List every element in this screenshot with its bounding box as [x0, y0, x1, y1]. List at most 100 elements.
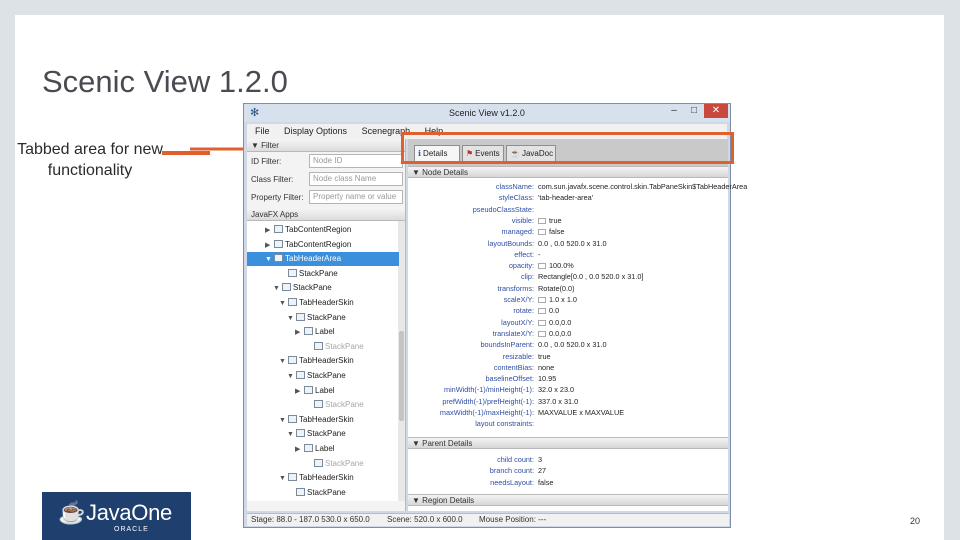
scenegraph-tree: ▶ TabContentRegion ▶ TabContentRegion ▼ TabHe…: [247, 221, 405, 501]
parent-details-header[interactable]: ▼ Parent Details: [408, 437, 728, 449]
close-button[interactable]: ✕: [704, 104, 728, 118]
tree-toggle-icon[interactable]: ▼: [287, 312, 296, 326]
node-details-row: boundsInParent: 0.0 , 0.0 520.0 x 31.0: [408, 339, 728, 350]
node-details-value-text: 10.95: [538, 374, 557, 384]
node-details-key: visible:: [511, 215, 534, 225]
node-details-value-text: 0.0 , 0.0 520.0 x 31.0: [538, 238, 607, 248]
node-details-row: maxWidth(-1)/maxHeight(-1): MAXVALUE x MA…: [408, 407, 728, 418]
parent-details-row: branch count: 27: [408, 465, 728, 476]
tree-node[interactable]: ▼ TabHeaderSkin: [247, 296, 399, 310]
region-details-header[interactable]: ▼ Region Details: [408, 494, 728, 506]
tree-node[interactable]: StackPane: [247, 398, 399, 412]
node-details-value-text: 'tab-header-area': [538, 193, 594, 203]
tree-scrollbar[interactable]: [398, 221, 405, 501]
menu-file[interactable]: File: [255, 126, 270, 136]
tree-toggle-icon[interactable]: ▶: [265, 239, 274, 253]
tree-scroll-thumb[interactable]: [399, 331, 404, 421]
property-checkbox[interactable]: [538, 319, 546, 326]
property-checkbox[interactable]: [538, 308, 546, 315]
id-filter-input[interactable]: Node ID: [309, 154, 403, 168]
menu-display-options[interactable]: Display Options: [284, 126, 347, 136]
minimize-button[interactable]: –: [664, 104, 684, 118]
tree-node[interactable]: ▼ TabHeaderSkin: [247, 354, 399, 368]
node-type-icon: [296, 312, 305, 321]
tree-node[interactable]: StackPane: [247, 486, 399, 500]
node-details-key: className:: [495, 182, 534, 191]
tree-toggle-icon[interactable]: ▼: [265, 253, 274, 267]
tree-node[interactable]: StackPane: [247, 457, 399, 471]
tree-toggle-icon[interactable]: ▼: [273, 282, 282, 296]
tree-toggle-icon[interactable]: ▼: [287, 428, 296, 442]
property-checkbox[interactable]: [538, 297, 546, 303]
node-type-icon: [314, 458, 323, 467]
node-details-value: 337.0 x 31.0: [538, 396, 578, 407]
property-checkbox[interactable]: [538, 229, 546, 236]
tree-node-label: TabContentRegion: [285, 239, 352, 249]
tree-node-label: StackPane: [293, 283, 332, 293]
tree-toggle-icon[interactable]: ▼: [279, 355, 288, 369]
node-details-value: 0.0 , 0.0 520.0 x 31.0: [538, 238, 607, 249]
tree-node[interactable]: ▼ StackPane: [247, 281, 399, 295]
property-checkbox[interactable]: [538, 217, 546, 224]
tree-node[interactable]: StackPane: [247, 340, 399, 354]
logo-subtext: ORACLE: [114, 526, 149, 533]
property-checkbox[interactable]: [538, 330, 546, 337]
tree-node-label: StackPane: [299, 268, 338, 278]
node-details-key: styleClass:: [498, 193, 534, 203]
region-details-label: Region Details: [422, 496, 475, 505]
tree-toggle-icon[interactable]: ▶: [295, 443, 304, 457]
tree-node[interactable]: ▶ Label: [247, 442, 399, 456]
node-details-key: clip:: [521, 272, 534, 282]
property-filter-input[interactable]: Property name or value: [309, 190, 403, 204]
tree-node[interactable]: ▶ TabContentRegion: [247, 238, 399, 252]
tree-node[interactable]: ▼ TabHeaderArea: [247, 252, 399, 267]
tree-toggle-icon[interactable]: ▼: [279, 297, 288, 311]
tree-toggle-icon[interactable]: ▼: [287, 370, 296, 384]
node-details-row: layoutBounds: 0.0 , 0.0 520.0 x 31.0: [408, 238, 728, 249]
property-checkbox[interactable]: [538, 263, 546, 270]
tree-node-label: StackPane: [307, 371, 346, 380]
node-details-value: 1.0 x 1.0: [538, 294, 577, 305]
parent-details-key: child count:: [497, 455, 534, 464]
node-type-icon: [274, 254, 283, 263]
node-details-value: 0.0: [538, 305, 559, 316]
id-filter-label: ID Filter:: [251, 157, 282, 166]
java-cup-icon: ☕: [58, 500, 86, 525]
node-details-header[interactable]: ▼ Node Details: [408, 166, 728, 178]
tree-toggle-icon[interactable]: ▼: [279, 414, 288, 428]
tree-header-label: JavaFX Apps: [251, 210, 299, 219]
maximize-button[interactable]: □: [684, 104, 704, 118]
tree-toggle-icon[interactable]: ▶: [265, 224, 274, 238]
node-details-key: prefWidth(-1)/prefHeight(-1):: [442, 396, 534, 406]
tree-node[interactable]: ▼ StackPane: [247, 369, 399, 383]
tree-node[interactable]: ▼ StackPane: [247, 427, 399, 441]
node-details-row: transforms: Rotate(0.0): [408, 283, 728, 294]
tree-node[interactable]: ▼ TabHeaderSkin: [247, 413, 399, 427]
tree-node[interactable]: ▼ StackPane: [247, 311, 399, 325]
filter-section-header[interactable]: ▼ Filter: [247, 139, 405, 152]
tree-section-header[interactable]: JavaFX Apps: [247, 208, 405, 221]
tree-node[interactable]: ▼ TabHeaderSkin: [247, 471, 399, 485]
tree-node-label: StackPane: [325, 400, 364, 410]
node-details-value: MAXVALUE x MAXVALUE: [538, 407, 624, 418]
status-bar: Stage: 88.0 - 187.0 530.0 x 650.0 Scene:…: [247, 513, 729, 526]
tree-node[interactable]: ▶ Label: [247, 325, 399, 339]
node-details-key: layoutBounds:: [487, 238, 534, 248]
node-details-key: contentBias:: [493, 362, 534, 372]
tab-area-highlight-box: [401, 132, 734, 164]
node-details-value: none: [538, 362, 554, 373]
annotation-text: Tabbed area for new functionality: [17, 141, 163, 179]
tree-toggle-icon[interactable]: ▶: [295, 385, 304, 399]
parent-details-row: child count: 3: [408, 454, 728, 465]
class-filter-input[interactable]: Node class Name: [309, 172, 403, 186]
tree-toggle-icon[interactable]: ▶: [295, 326, 304, 340]
tree-node-label: StackPane: [325, 341, 364, 351]
node-details-value: 0.0 , 0.0 520.0 x 31.0: [538, 339, 607, 350]
node-details-value-text: -: [538, 249, 541, 259]
tree-node[interactable]: StackPane: [247, 267, 399, 281]
tree-toggle-icon[interactable]: ▼: [279, 472, 288, 486]
tree-node[interactable]: ▶ Label: [247, 384, 399, 398]
property-filter-label: Property Filter:: [251, 193, 304, 202]
tree-node[interactable]: ▶ TabContentRegion: [247, 223, 399, 237]
window-titlebar[interactable]: ✻ Scenic View v1.2.0 – □ ✕: [244, 104, 730, 122]
